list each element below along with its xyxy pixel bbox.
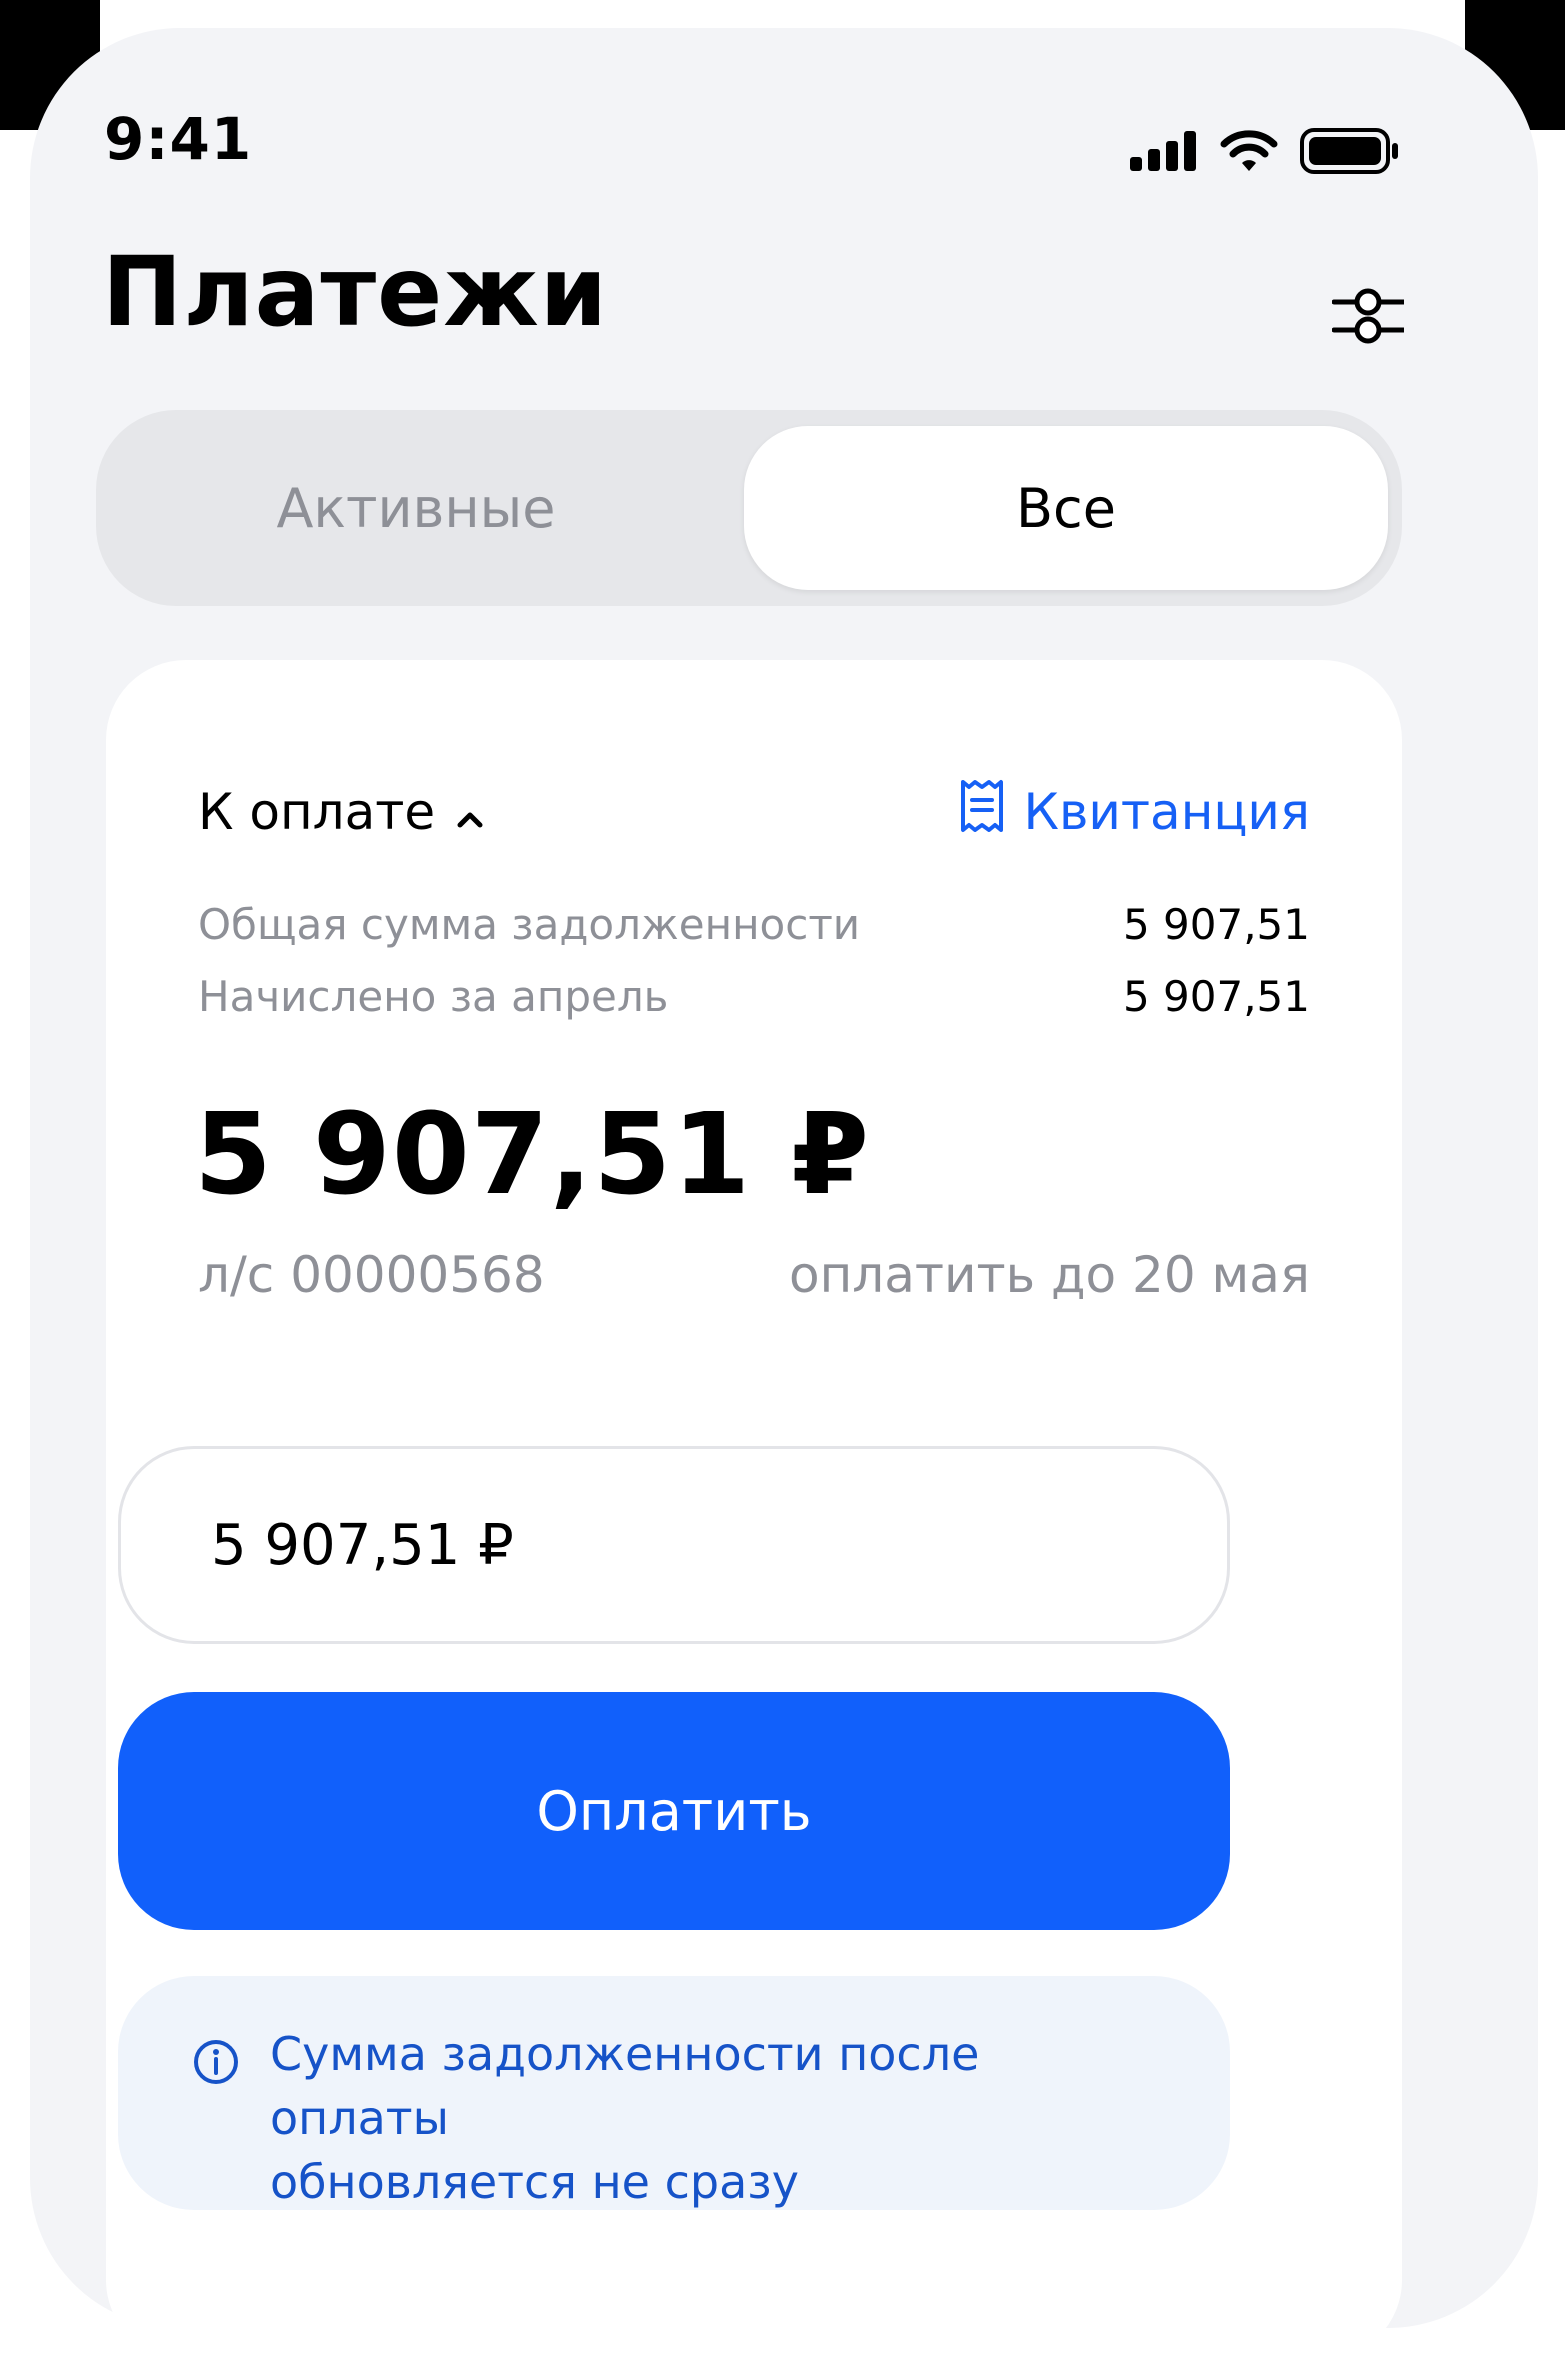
wifi-icon bbox=[1220, 130, 1278, 176]
pay-button[interactable]: Оплатить bbox=[118, 1692, 1230, 1930]
filter-sliders-icon bbox=[1331, 284, 1407, 352]
status-icons bbox=[1130, 128, 1400, 178]
account-meta: л/с 00000568 оплатить до 20 мая bbox=[198, 1246, 1310, 1304]
card-header: К оплате Квитанция bbox=[198, 778, 1310, 846]
receipt-icon bbox=[957, 778, 1007, 846]
info-notice: Сумма задолженности после оплаты обновля… bbox=[118, 1976, 1230, 2210]
filter-button[interactable] bbox=[1318, 268, 1418, 368]
cellular-signal-icon bbox=[1130, 131, 1198, 175]
status-time: 9:41 bbox=[104, 105, 253, 173]
info-text-line: обновляется не сразу bbox=[270, 2155, 799, 2209]
tab-active[interactable]: Активные bbox=[112, 426, 720, 590]
due-label: К оплате bbox=[198, 783, 436, 841]
summary-row-accrued: Начислено за апрель 5 907,51 bbox=[198, 972, 1310, 1021]
due-date: оплатить до 20 мая bbox=[789, 1246, 1310, 1304]
receipt-link[interactable]: Квитанция bbox=[957, 778, 1310, 846]
summary-label: Начислено за апрель bbox=[198, 972, 669, 1021]
tab-all[interactable]: Все bbox=[744, 426, 1388, 590]
battery-icon bbox=[1300, 128, 1400, 178]
info-text: Сумма задолженности после оплаты обновля… bbox=[270, 2022, 1170, 2214]
info-text-line: Сумма задолженности после оплаты bbox=[270, 2027, 980, 2145]
payments-tabs: Активные Все bbox=[96, 410, 1402, 606]
summary-row-total: Общая сумма задолженности 5 907,51 bbox=[198, 900, 1310, 949]
info-icon bbox=[192, 2038, 240, 2090]
page-title: Платежи bbox=[102, 236, 608, 348]
due-toggle[interactable]: К оплате bbox=[198, 783, 485, 841]
summary-value: 5 907,51 bbox=[1122, 900, 1310, 949]
payment-amount-input[interactable] bbox=[118, 1446, 1230, 1644]
amount-due: 5 907,51 ₽ bbox=[194, 1090, 871, 1220]
receipt-label: Квитанция bbox=[1023, 783, 1310, 841]
chevron-up-icon bbox=[455, 783, 485, 841]
account-number: л/с 00000568 bbox=[198, 1246, 545, 1304]
summary-value: 5 907,51 bbox=[1122, 972, 1310, 1021]
summary-label: Общая сумма задолженности bbox=[198, 900, 861, 949]
